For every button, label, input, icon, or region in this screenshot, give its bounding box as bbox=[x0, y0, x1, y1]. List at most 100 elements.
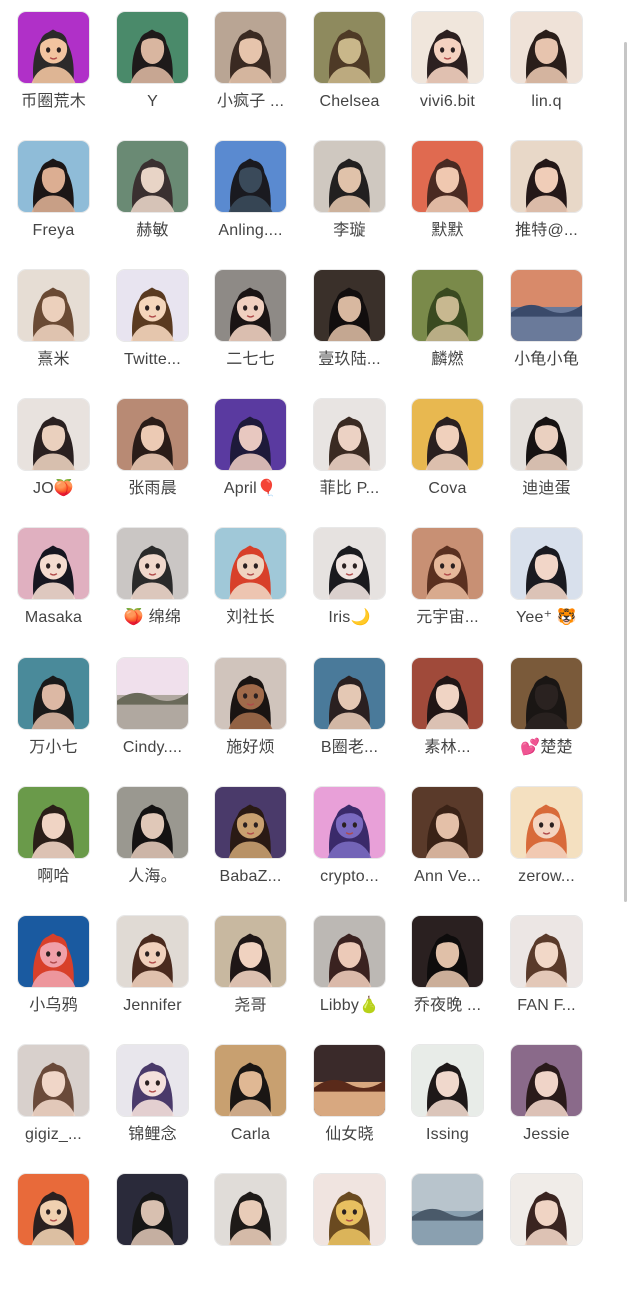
contact-item[interactable] bbox=[411, 1173, 510, 1293]
avatar[interactable] bbox=[214, 527, 287, 600]
avatar[interactable] bbox=[116, 140, 189, 213]
avatar[interactable] bbox=[116, 11, 189, 84]
avatar[interactable] bbox=[510, 657, 583, 730]
contact-item[interactable]: 小龟小龟 bbox=[510, 269, 609, 389]
avatar[interactable] bbox=[214, 398, 287, 471]
contact-item[interactable]: Masaka bbox=[17, 527, 116, 647]
contact-item[interactable]: gigiz_... bbox=[17, 1044, 116, 1164]
contact-item[interactable] bbox=[17, 1173, 116, 1293]
avatar[interactable] bbox=[116, 398, 189, 471]
contact-item[interactable]: 二七七 bbox=[214, 269, 313, 389]
avatar[interactable] bbox=[313, 140, 386, 213]
contact-item[interactable]: Cova bbox=[411, 398, 510, 518]
avatar[interactable] bbox=[510, 11, 583, 84]
avatar[interactable] bbox=[313, 269, 386, 342]
contact-item[interactable]: April🎈 bbox=[214, 398, 313, 518]
avatar[interactable] bbox=[510, 786, 583, 859]
contact-item[interactable] bbox=[313, 1173, 412, 1293]
avatar[interactable] bbox=[17, 398, 90, 471]
contact-item[interactable]: Yee⁺ 🐯 bbox=[510, 527, 609, 647]
avatar[interactable] bbox=[411, 1173, 484, 1246]
avatar[interactable] bbox=[17, 1044, 90, 1117]
avatar[interactable] bbox=[313, 527, 386, 600]
contact-item[interactable]: 尧哥 bbox=[214, 915, 313, 1035]
contact-item[interactable]: 刘社长 bbox=[214, 527, 313, 647]
avatar[interactable] bbox=[17, 11, 90, 84]
contact-item[interactable]: 麟燃 bbox=[411, 269, 510, 389]
avatar[interactable] bbox=[313, 1173, 386, 1246]
avatar[interactable] bbox=[116, 269, 189, 342]
contact-item[interactable]: Jennifer bbox=[116, 915, 215, 1035]
contact-item[interactable]: lin.q bbox=[510, 11, 609, 131]
avatar[interactable] bbox=[510, 915, 583, 988]
contact-item[interactable]: 菲比 P... bbox=[313, 398, 412, 518]
contact-item[interactable] bbox=[510, 1173, 609, 1293]
avatar[interactable] bbox=[214, 1173, 287, 1246]
avatar[interactable] bbox=[17, 915, 90, 988]
avatar[interactable] bbox=[411, 786, 484, 859]
contact-item[interactable]: Jessie bbox=[510, 1044, 609, 1164]
contact-item[interactable]: 💕楚楚 bbox=[510, 657, 609, 777]
avatar[interactable] bbox=[313, 657, 386, 730]
avatar[interactable] bbox=[510, 1044, 583, 1117]
contact-item[interactable]: 仙女晓 bbox=[313, 1044, 412, 1164]
avatar[interactable] bbox=[116, 657, 189, 730]
avatar[interactable] bbox=[411, 269, 484, 342]
contact-item[interactable]: crypto... bbox=[313, 786, 412, 906]
contact-item[interactable]: B圈老... bbox=[313, 657, 412, 777]
contact-item[interactable] bbox=[116, 1173, 215, 1293]
avatar[interactable] bbox=[313, 915, 386, 988]
contact-item[interactable]: FAN F... bbox=[510, 915, 609, 1035]
avatar[interactable] bbox=[411, 11, 484, 84]
contact-item[interactable]: Y bbox=[116, 11, 215, 131]
contact-item[interactable]: Cindy.... bbox=[116, 657, 215, 777]
contact-item[interactable]: 币圈荒木 bbox=[17, 11, 116, 131]
contact-item[interactable]: 人海。 bbox=[116, 786, 215, 906]
avatar[interactable] bbox=[17, 527, 90, 600]
avatar[interactable] bbox=[411, 1044, 484, 1117]
avatar[interactable] bbox=[214, 657, 287, 730]
avatar[interactable] bbox=[214, 269, 287, 342]
contact-item[interactable]: 推特@... bbox=[510, 140, 609, 260]
contact-item[interactable]: 施好烦 bbox=[214, 657, 313, 777]
contact-item[interactable]: Freya bbox=[17, 140, 116, 260]
contact-item[interactable]: 小乌鸦 bbox=[17, 915, 116, 1035]
contact-item[interactable]: 壹玖陆... bbox=[313, 269, 412, 389]
avatar[interactable] bbox=[313, 398, 386, 471]
contact-item[interactable] bbox=[214, 1173, 313, 1293]
contact-item[interactable]: 小疯子 ... bbox=[214, 11, 313, 131]
contact-item[interactable]: Anling.... bbox=[214, 140, 313, 260]
contact-item[interactable]: Ann Ve... bbox=[411, 786, 510, 906]
contact-item[interactable]: 赫敏 bbox=[116, 140, 215, 260]
avatar[interactable] bbox=[510, 1173, 583, 1246]
contact-item[interactable]: 素林... bbox=[411, 657, 510, 777]
contact-item[interactable]: BabaZ... bbox=[214, 786, 313, 906]
contact-item[interactable]: 乔夜晚 ... bbox=[411, 915, 510, 1035]
avatar[interactable] bbox=[510, 527, 583, 600]
avatar[interactable] bbox=[411, 398, 484, 471]
contact-item[interactable]: Issing bbox=[411, 1044, 510, 1164]
contact-item[interactable]: Iris🌙 bbox=[313, 527, 412, 647]
avatar[interactable] bbox=[116, 527, 189, 600]
avatar[interactable] bbox=[116, 1044, 189, 1117]
contact-item[interactable]: vivi6.bit bbox=[411, 11, 510, 131]
avatar[interactable] bbox=[214, 11, 287, 84]
avatar[interactable] bbox=[313, 786, 386, 859]
avatar[interactable] bbox=[411, 915, 484, 988]
avatar[interactable] bbox=[116, 1173, 189, 1246]
contact-item[interactable]: Libby🍐 bbox=[313, 915, 412, 1035]
contact-item[interactable]: 🍑 绵绵 bbox=[116, 527, 215, 647]
avatar[interactable] bbox=[116, 915, 189, 988]
contact-item[interactable]: 元宇宙... bbox=[411, 527, 510, 647]
avatar[interactable] bbox=[313, 1044, 386, 1117]
avatar[interactable] bbox=[214, 786, 287, 859]
avatar[interactable] bbox=[17, 140, 90, 213]
contact-item[interactable]: 张雨晨 bbox=[116, 398, 215, 518]
contact-item[interactable]: JO🍑 bbox=[17, 398, 116, 518]
contact-item[interactable]: 熹米 bbox=[17, 269, 116, 389]
contact-item[interactable]: Twitte... bbox=[116, 269, 215, 389]
avatar[interactable] bbox=[116, 786, 189, 859]
contact-item[interactable]: 李璇 bbox=[313, 140, 412, 260]
contact-item[interactable]: 啊哈 bbox=[17, 786, 116, 906]
avatar[interactable] bbox=[214, 1044, 287, 1117]
